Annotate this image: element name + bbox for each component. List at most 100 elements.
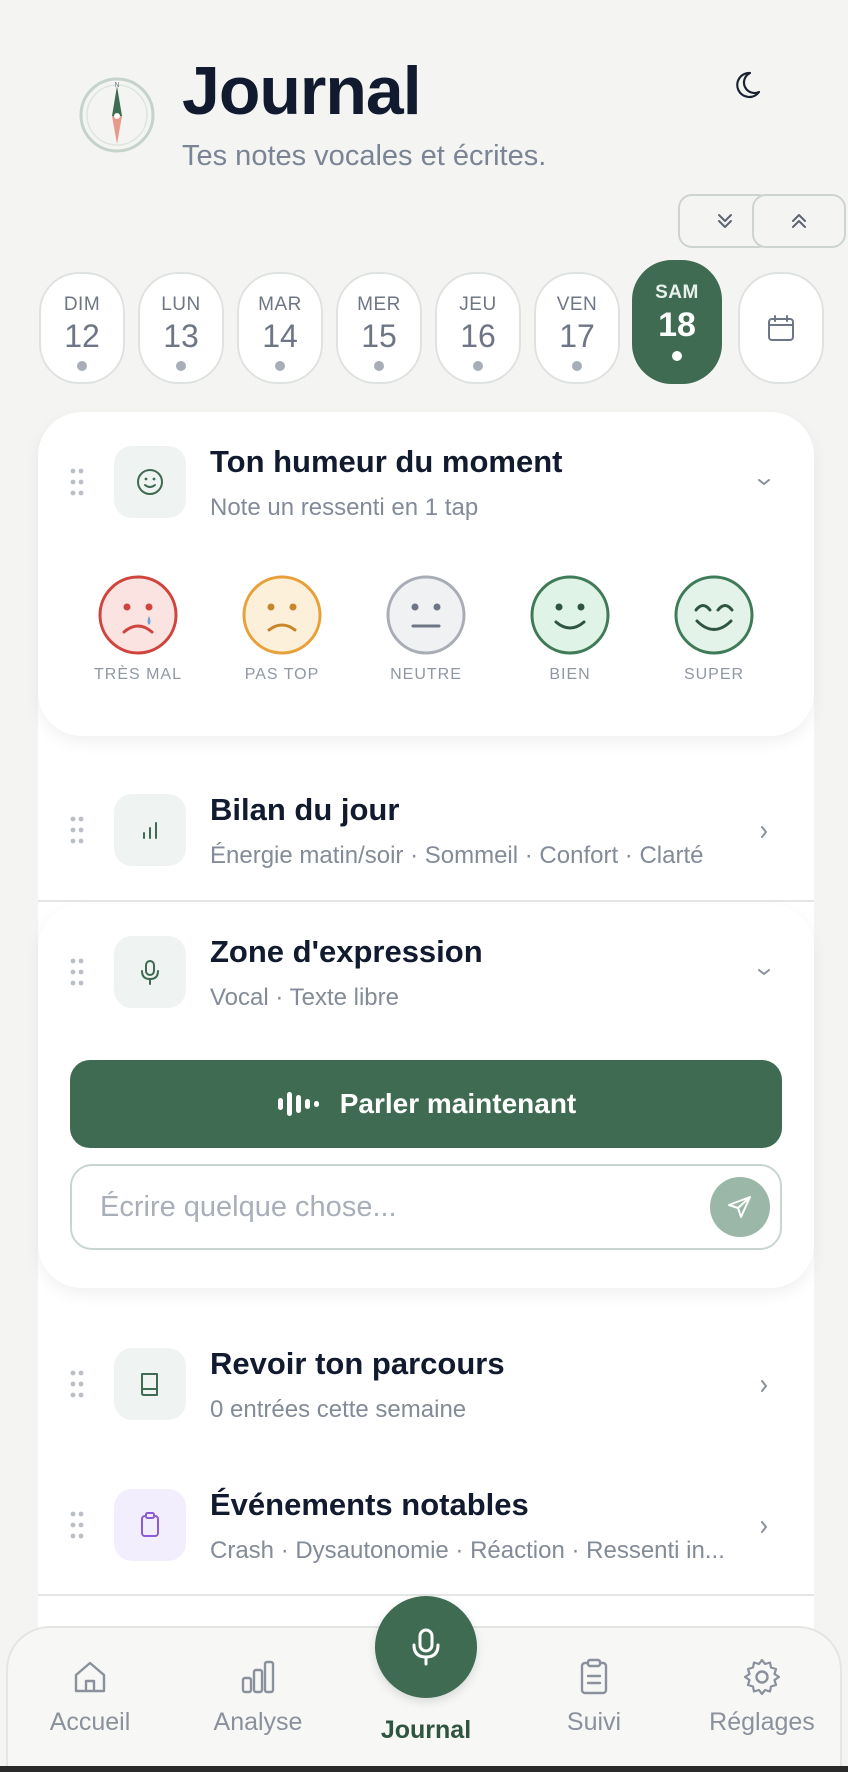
- day-dot: [672, 351, 682, 361]
- mood-label: NEUTRE: [390, 666, 462, 683]
- book-icon: [114, 1348, 186, 1420]
- day-dot: [77, 361, 87, 371]
- day-chip[interactable]: MAR 14: [237, 272, 323, 384]
- system-bar: [0, 1766, 848, 1772]
- nav-reglages[interactable]: Réglages: [692, 1656, 832, 1737]
- mood-option-tres-mal[interactable]: TRÈS MAL: [78, 574, 198, 684]
- mood-label: PAS TOP: [244, 666, 320, 683]
- happy-face-icon: [674, 575, 754, 655]
- speak-now-button[interactable]: Parler maintenant: [70, 1060, 782, 1148]
- nav-journal-mic-button[interactable]: [375, 1596, 477, 1698]
- send-button[interactable]: [710, 1177, 770, 1237]
- chevrons-down-icon: [718, 214, 732, 228]
- write-field[interactable]: [70, 1164, 782, 1250]
- expression-card-header[interactable]: Zone d'expression Vocal · Texte libre: [38, 922, 814, 1022]
- mood-label: BIEN: [549, 666, 591, 683]
- expression-subtitle: Vocal · Texte libre: [210, 984, 399, 1011]
- smile-face-icon: [530, 575, 610, 655]
- calendar-icon: [768, 315, 794, 341]
- neutral-face-icon: [386, 575, 466, 655]
- day-chip[interactable]: LUN 13: [138, 272, 224, 384]
- compass-logo-icon: N: [78, 76, 156, 154]
- day-name: DIM: [63, 294, 101, 315]
- parcours-row[interactable]: Revoir ton parcours 0 entrées cette sema…: [38, 1334, 814, 1434]
- bilan-subtitle: Énergie matin/soir · Sommeil · Confort ·…: [210, 842, 704, 869]
- mood-option-pas-top[interactable]: PAS TOP: [222, 574, 342, 684]
- chevron-right-icon: [761, 826, 768, 838]
- day-number: 12: [64, 318, 100, 354]
- day-name: VEN: [556, 294, 598, 315]
- calendar-button[interactable]: [738, 272, 824, 384]
- speak-now-label: Parler maintenant: [339, 1088, 577, 1119]
- day-chip[interactable]: DIM 12: [39, 272, 125, 384]
- dark-mode-toggle-icon[interactable]: [730, 64, 770, 104]
- day-dot: [176, 361, 186, 371]
- home-icon: [74, 1661, 106, 1693]
- day-chip[interactable]: VEN 17: [534, 272, 620, 384]
- chevron-down-icon[interactable]: [754, 962, 774, 982]
- mood-option-neutre[interactable]: NEUTRE: [366, 574, 486, 684]
- smiley-icon: [114, 446, 186, 518]
- nav-analyse[interactable]: Analyse: [188, 1656, 328, 1737]
- day-number: 16: [460, 318, 496, 354]
- crying-face-icon: [98, 575, 178, 655]
- chevron-right-icon: [761, 1380, 768, 1392]
- chevrons-up-icon: [792, 214, 806, 228]
- mood-option-super[interactable]: SUPER: [654, 574, 774, 684]
- day-number: 17: [559, 318, 595, 354]
- evenements-subtitle: Crash · Dysautonomie · Réaction · Ressen…: [210, 1537, 725, 1564]
- day-name: JEU: [459, 294, 497, 315]
- day-dot: [374, 361, 384, 371]
- day-chip-selected[interactable]: SAM 18: [632, 260, 722, 384]
- nav-suivi[interactable]: Suivi: [524, 1656, 664, 1737]
- day-chip[interactable]: MER 15: [336, 272, 422, 384]
- microphone-icon: [114, 936, 186, 1008]
- day-number: 14: [262, 318, 298, 354]
- mood-title: Ton humeur du moment: [210, 444, 563, 479]
- day-name: SAM: [655, 282, 699, 303]
- drag-handle-icon[interactable]: [70, 816, 84, 844]
- send-icon: [728, 1196, 751, 1218]
- sad-face-icon: [242, 575, 322, 655]
- clipboard-icon: [114, 1489, 186, 1561]
- day-dot: [275, 361, 285, 371]
- drag-handle-icon[interactable]: [70, 468, 84, 496]
- divider: [38, 900, 814, 902]
- clipboard-list-icon: [580, 1658, 608, 1695]
- day-number: 18: [658, 306, 696, 344]
- mood-card-header[interactable]: Ton humeur du moment Note un ressenti en…: [38, 432, 814, 532]
- evenements-row[interactable]: Événements notables Crash · Dysautonomie…: [38, 1475, 814, 1575]
- day-number: 13: [163, 318, 199, 354]
- parcours-subtitle: 0 entrées cette semaine: [210, 1396, 467, 1423]
- nav-label: Réglages: [709, 1708, 815, 1736]
- page-title: Journal: [182, 53, 422, 129]
- day-number: 15: [361, 318, 397, 354]
- day-name: MER: [357, 294, 401, 315]
- nav-accueil[interactable]: Accueil: [20, 1656, 160, 1737]
- parcours-title: Revoir ton parcours: [210, 1346, 505, 1381]
- mood-label: SUPER: [683, 666, 745, 683]
- waveform-icon: [277, 1092, 319, 1116]
- expression-title: Zone d'expression: [210, 934, 483, 969]
- nav-label-journal[interactable]: Journal: [346, 1716, 506, 1745]
- chevron-right-icon: [761, 1521, 768, 1533]
- drag-handle-icon[interactable]: [70, 958, 84, 986]
- mood-subtitle: Note un ressenti en 1 tap: [210, 494, 479, 521]
- nav-label: Accueil: [49, 1708, 131, 1736]
- bilan-row[interactable]: Bilan du jour Énergie matin/soir · Somme…: [38, 780, 814, 880]
- day-chip[interactable]: JEU 16: [435, 272, 521, 384]
- microphone-icon: [412, 1628, 440, 1666]
- gear-icon: [743, 1658, 781, 1696]
- day-name: MAR: [258, 294, 302, 315]
- drag-handle-icon[interactable]: [70, 1511, 84, 1539]
- analytics-icon: [241, 1660, 275, 1694]
- expand-all-button[interactable]: [752, 194, 846, 248]
- drag-handle-icon[interactable]: [70, 1370, 84, 1398]
- write-input[interactable]: [100, 1184, 680, 1230]
- chevron-down-icon[interactable]: [754, 472, 774, 492]
- mood-label: TRÈS MAL: [93, 666, 182, 683]
- mood-option-bien[interactable]: BIEN: [510, 574, 630, 684]
- day-dot: [572, 361, 582, 371]
- evenements-title: Événements notables: [210, 1487, 529, 1522]
- nav-label: Analyse: [213, 1708, 303, 1736]
